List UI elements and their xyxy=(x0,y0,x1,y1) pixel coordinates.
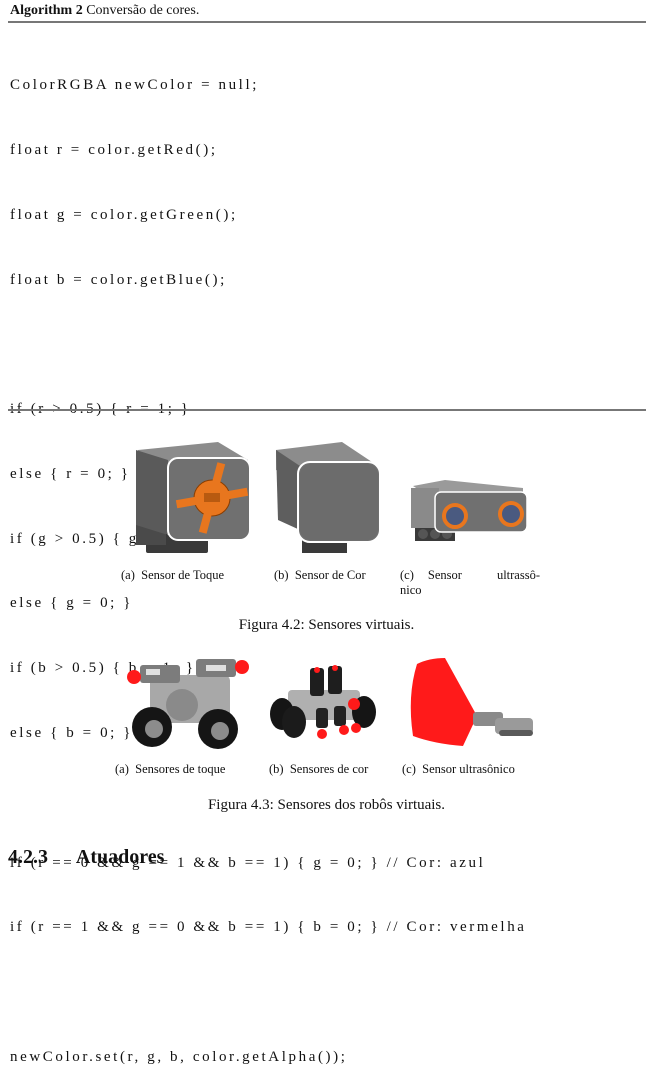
subfigure-caption-a: (a) Sensores de toque xyxy=(115,762,225,777)
subfigure-caption-b: (b) Sensor de Cor xyxy=(274,568,366,583)
subfigure-text-wrap: Sensor ultrassô- xyxy=(414,568,540,583)
section-number: 4.2.3 xyxy=(8,846,48,868)
subfigure-label: (a) xyxy=(121,568,135,582)
subfigure-label: (c) xyxy=(402,762,416,776)
subfigure-label: (b) xyxy=(269,762,284,776)
section-heading: 4.2.3 Atuadores xyxy=(8,846,164,869)
robot-ultrasonic-sensor-image xyxy=(410,658,533,746)
algorithm-label: Algorithm 2 xyxy=(10,3,83,18)
subfigure-text: Sensor de Cor xyxy=(294,568,366,582)
algorithm-top-rule xyxy=(8,21,646,23)
code-line: float b = color.getBlue(); xyxy=(10,271,227,288)
figure-4-3-caption: Figura 4.3: Sensores dos robôs virtuais. xyxy=(207,797,446,813)
subfigure-text: Sensores de toque xyxy=(135,762,226,776)
subfigure-label: (a) xyxy=(115,762,129,776)
code-line: float g = color.getGreen(); xyxy=(10,206,238,223)
robot-color-sensors-image xyxy=(270,665,376,739)
code-line: ColorRGBA newColor = null; xyxy=(10,77,259,94)
code-block: ColorRGBA newColor = null; float r = col… xyxy=(10,32,527,1090)
code-line: newColor.set(r, g, b, color.getAlpha()); xyxy=(10,1048,348,1065)
ultrasonic-sensor-image xyxy=(411,480,528,541)
touch-sensor-image xyxy=(136,442,251,553)
robot-touch-sensors-image xyxy=(127,659,249,749)
subfigure-label: (b) xyxy=(274,568,289,582)
subfigure-text: Sensor de Toque xyxy=(141,568,225,582)
code-line: float r = color.getRed(); xyxy=(10,141,218,158)
subfigure-caption-b: (b) Sensores de cor xyxy=(269,762,368,777)
subfigure-text: Sensor xyxy=(427,568,462,582)
algorithm-header: Algorithm 2 Conversão de cores. xyxy=(10,2,199,20)
color-sensor-image xyxy=(276,442,381,553)
subfigure-caption-a: (a) Sensor de Toque xyxy=(121,568,224,583)
section-title: Atuadores xyxy=(75,846,165,868)
subfigure-text: ultrassô- xyxy=(496,568,540,582)
algorithm-title: Conversão de cores. xyxy=(86,3,200,18)
subfigure-caption-c: (c) Sensor ultrassô- nico xyxy=(400,568,540,598)
subfigure-caption-c: (c) Sensor ultrasônico xyxy=(402,762,515,777)
subfigure-text-continued: nico xyxy=(400,583,422,597)
figure-4-2-caption: Figura 4.2: Sensores virtuais. xyxy=(238,617,415,633)
subfigure-text: Sensores de cor xyxy=(289,762,369,776)
subfigure-text: Sensor ultrasônico xyxy=(422,762,515,776)
code-line: if (r == 1 && g == 0 && b == 1) { b = 0;… xyxy=(10,919,527,936)
algorithm-bottom-rule xyxy=(8,409,646,411)
subfigure-label: (c) xyxy=(400,568,414,582)
